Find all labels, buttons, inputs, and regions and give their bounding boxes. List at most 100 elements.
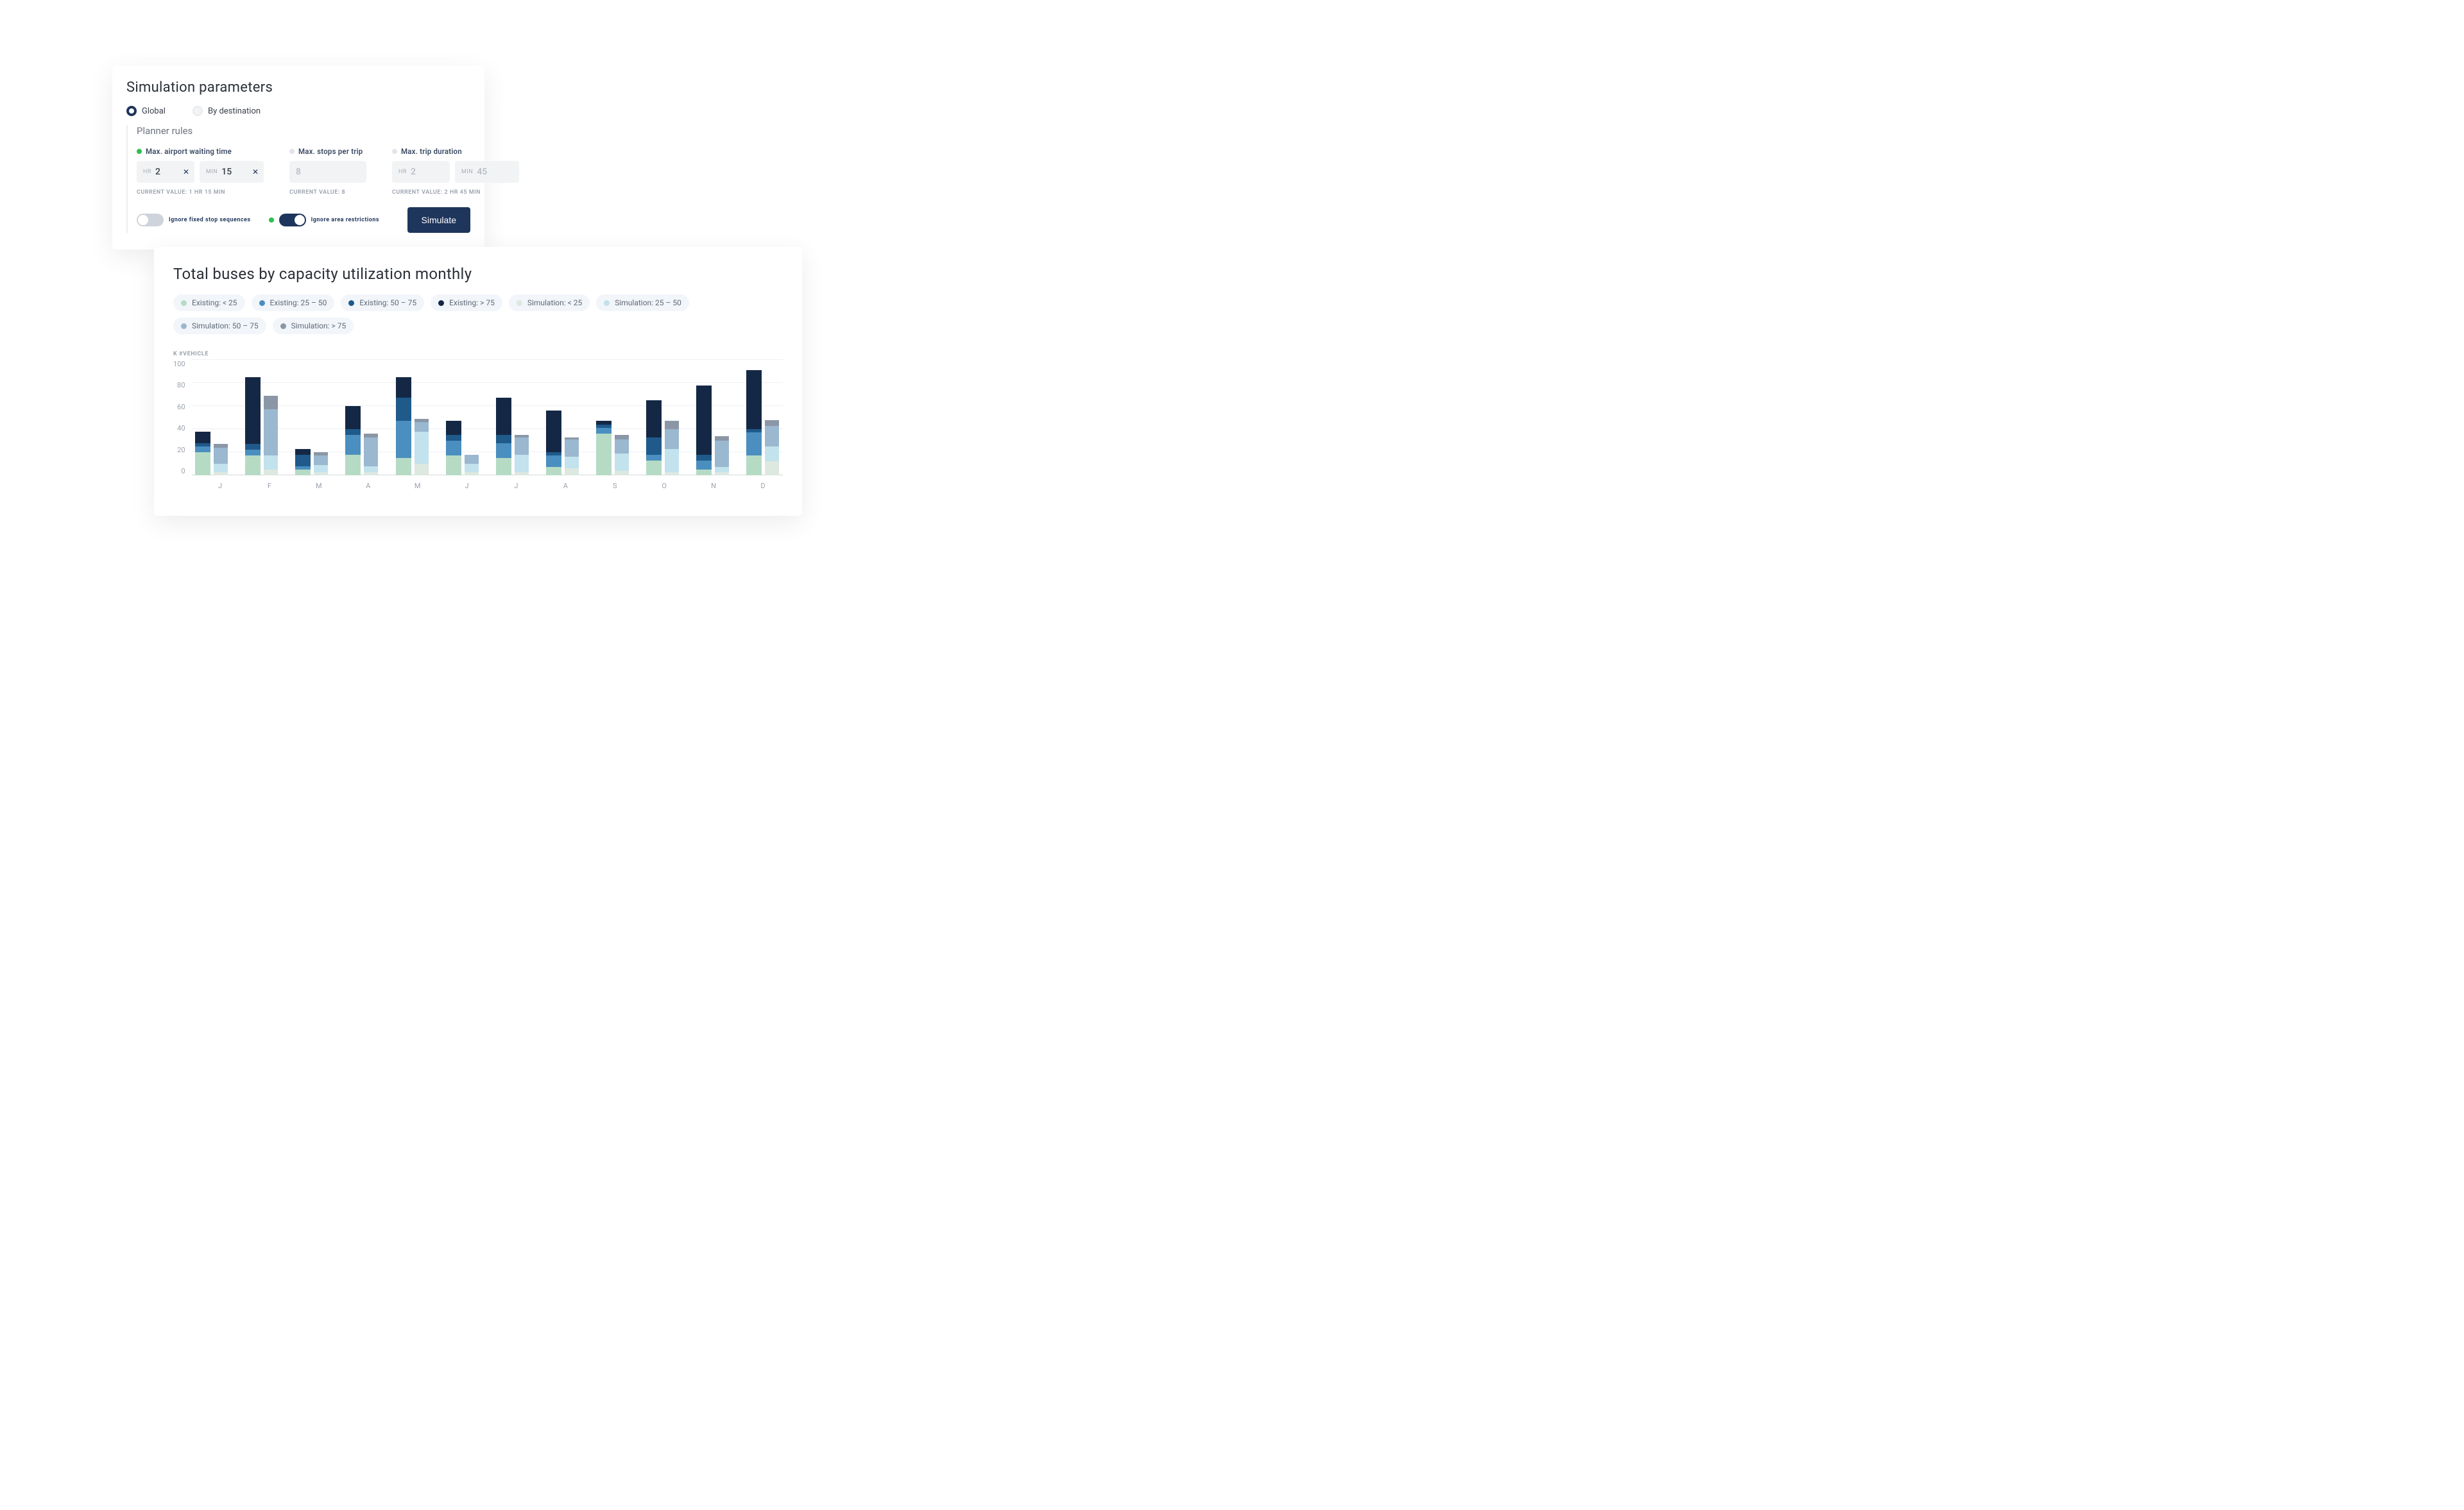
bar-segment: [314, 472, 328, 475]
x-tick: O: [644, 482, 684, 490]
x-tick: A: [545, 482, 585, 490]
bar-segment: [195, 446, 210, 452]
radio-icon: [193, 106, 203, 116]
existing-stack: [345, 406, 361, 475]
bar-segment: [364, 466, 378, 472]
duration-hours-value: 2: [411, 167, 420, 177]
existing-stack: [646, 400, 662, 475]
bar-segment: [496, 435, 511, 443]
legend-label: Existing: 25 – 50: [270, 298, 327, 307]
bar-segment: [565, 468, 579, 475]
toggle-fixed-stop: Ignore fixed stop sequences: [137, 214, 251, 226]
y-tick: 80: [177, 381, 185, 389]
bar-segment: [264, 455, 278, 470]
bar-segment: [345, 455, 361, 475]
bar-segment: [765, 420, 779, 426]
legend-pill[interactable]: Simulation: < 25: [509, 294, 590, 311]
legend-label: Simulation: 50 – 75: [192, 321, 259, 330]
toggle-fixed-stop-switch[interactable]: [137, 214, 164, 226]
duration-minutes-input[interactable]: min 45: [455, 161, 519, 183]
bar-segment: [565, 457, 579, 468]
max-stops-input[interactable]: 8: [289, 161, 366, 183]
bar-segment: [615, 471, 629, 475]
legend-pill[interactable]: Simulation: > 75: [273, 318, 354, 334]
legend-pill[interactable]: Existing: < 25: [173, 294, 245, 311]
x-tick: A: [348, 482, 388, 490]
bar-segment: [264, 396, 278, 410]
duration-hours-input[interactable]: hr 2: [392, 161, 450, 183]
simulation-stack: [364, 434, 378, 475]
bar-segment: [214, 448, 228, 464]
clear-icon[interactable]: ✕: [252, 167, 259, 176]
bar-segment: [765, 426, 779, 446]
mode-radio-global[interactable]: Global: [126, 106, 166, 116]
simulation-stack: [415, 419, 429, 475]
legend-pill[interactable]: Existing: > 75: [431, 294, 502, 311]
clear-icon[interactable]: ✕: [183, 167, 189, 176]
existing-stack: [546, 411, 561, 475]
bar-segment: [264, 470, 278, 475]
bar-segment: [715, 472, 729, 475]
legend-label: Simulation: 25 – 50: [615, 298, 681, 307]
bar-segment: [746, 370, 762, 429]
bar-segment: [715, 467, 729, 471]
rule-max-stops-label: Max. stops per trip: [298, 147, 363, 156]
unit-hr: hr: [398, 169, 407, 175]
bar-segment: [345, 435, 361, 455]
bar-segment: [646, 400, 662, 437]
chart-card: Total buses by capacity utilization mont…: [154, 247, 802, 516]
waiting-hours-value: 2: [155, 167, 164, 177]
simulation-title: Simulation parameters: [126, 80, 470, 96]
simulation-stack: [214, 444, 228, 475]
legend-pill[interactable]: Existing: 50 – 75: [341, 294, 424, 311]
bar-segment: [295, 470, 311, 475]
simulate-button[interactable]: Simulate: [407, 207, 470, 233]
legend-row: Existing: < 25 Existing: 25 – 50 Existing:…: [173, 294, 783, 334]
bar-segment: [245, 455, 261, 475]
bar-segment: [415, 464, 429, 475]
status-dot-icon: [392, 149, 397, 154]
bar-segment: [515, 472, 529, 475]
bar-segment: [396, 377, 411, 398]
bar-segment: [496, 458, 511, 475]
bar-segment: [465, 472, 479, 475]
month-group: [743, 360, 783, 475]
existing-stack: [746, 370, 762, 475]
max-stops-value: 8: [296, 167, 305, 177]
mode-radio-bydest-label: By destination: [208, 106, 261, 116]
bar-segment: [446, 421, 461, 435]
toggle-area-restrictions-switch[interactable]: [279, 214, 306, 226]
bar-segment: [314, 455, 328, 464]
existing-stack: [696, 386, 712, 475]
unit-hr: hr: [143, 169, 151, 175]
x-tick: S: [595, 482, 635, 490]
waiting-minutes-input[interactable]: min 15 ✕: [200, 161, 264, 183]
bar-segment: [245, 450, 261, 455]
existing-stack: [396, 377, 411, 475]
simulation-parameters-card: Simulation parameters Global By destinat…: [112, 65, 484, 250]
legend-swatch-icon: [280, 323, 286, 329]
simulation-stack: [715, 436, 729, 475]
bar-segment: [396, 421, 411, 458]
legend-pill[interactable]: Simulation: 25 – 50: [596, 294, 689, 311]
existing-stack: [195, 432, 210, 475]
legend-label: Existing: 50 – 75: [359, 298, 416, 307]
mode-radio-bydest[interactable]: By destination: [193, 106, 261, 116]
bar-segment: [546, 411, 561, 452]
legend-pill[interactable]: Existing: 25 – 50: [252, 294, 335, 311]
x-tick: J: [496, 482, 536, 490]
legend-pill[interactable]: Simulation: 50 – 75: [173, 318, 266, 334]
simulation-stack: [615, 435, 629, 475]
legend-swatch-icon: [259, 300, 265, 306]
month-group: [342, 360, 382, 475]
bar-segment: [446, 441, 461, 455]
rule-trip-duration-current: Current value: 2 hr 45 min: [392, 189, 519, 196]
bar-segment: [245, 444, 261, 450]
bar-segment: [646, 437, 662, 455]
unit-min: min: [206, 169, 218, 175]
month-group: [593, 360, 633, 475]
month-group: [643, 360, 683, 475]
y-tick: 20: [177, 446, 185, 454]
legend-swatch-icon: [181, 323, 187, 329]
waiting-hours-input[interactable]: hr 2 ✕: [137, 161, 194, 183]
